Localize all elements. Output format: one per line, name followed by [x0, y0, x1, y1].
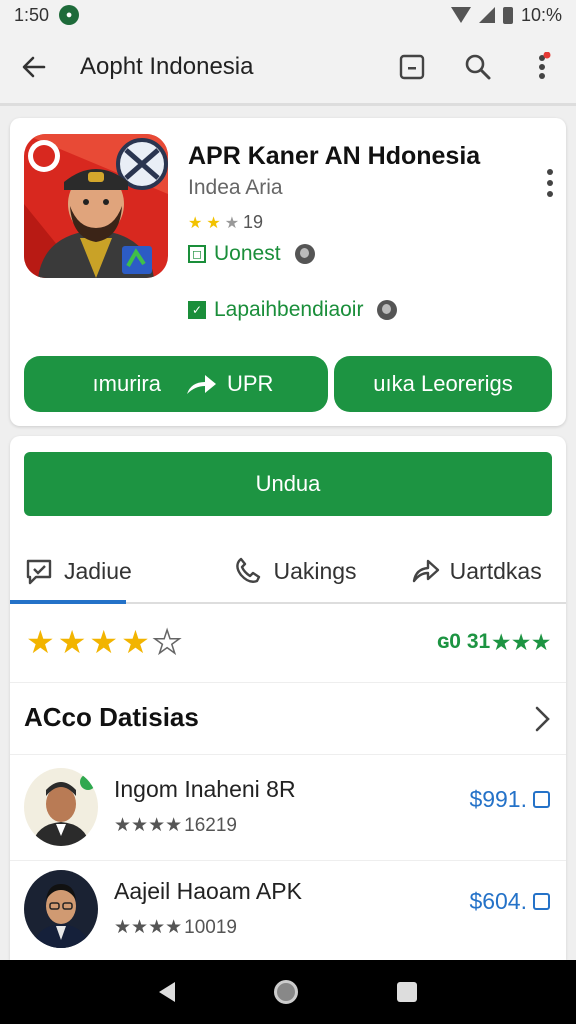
app-card: APR Kaner AN Hdonesia Indea Aria ★ ★ ★ 1…	[10, 118, 566, 426]
battery-icon	[502, 6, 513, 24]
pill-left-label: ımurira	[92, 371, 161, 396]
nav-home-button[interactable]	[273, 980, 298, 1004]
pill-button-secondary[interactable]: uıka Leorerigs	[334, 356, 552, 412]
green-star-icon: ★	[532, 631, 550, 654]
card-more-button[interactable]	[540, 166, 560, 205]
star-icon: ★	[89, 624, 119, 660]
divider	[10, 682, 566, 683]
battery-level: 10:%	[520, 4, 562, 25]
item-rating-count: 10019	[184, 916, 237, 938]
list-item[interactable]: Ingom Inaheni 8R ★★★★ 16219 $991.	[10, 762, 566, 854]
divider	[10, 754, 566, 755]
score-text: ɢ0 31	[437, 630, 491, 653]
navigation-bar	[0, 960, 576, 1024]
app-name: APR Kaner AN Hdonesia	[188, 142, 481, 170]
globe-icon	[377, 300, 398, 320]
tab-bar: Jadiue Uakings Uartdkas	[10, 540, 566, 604]
more-vertical-icon	[539, 51, 551, 79]
tab-jadiue[interactable]: Jadiue	[10, 540, 205, 604]
nav-recents-button[interactable]	[396, 982, 417, 1002]
section-title: ACco Datisias	[24, 702, 199, 732]
app-rating: ★ ★ ★ 19	[188, 212, 263, 233]
status-indicators: 10:%	[450, 4, 562, 26]
green-star-icon: ★	[492, 631, 511, 654]
window-icon	[399, 54, 425, 79]
tag-honest: ◻ Uonest	[188, 242, 315, 266]
avatar	[24, 768, 98, 846]
app-icon[interactable]	[24, 134, 168, 278]
tab-uartdkas[interactable]: Uartdkas	[385, 540, 566, 602]
search-button[interactable]	[450, 39, 506, 95]
star-icon: ★	[188, 214, 203, 232]
item-price[interactable]: $991.	[469, 786, 550, 813]
more-options-button[interactable]	[516, 39, 572, 95]
item-title: Ingom Inaheni 8R	[114, 776, 296, 802]
green-star-icon: ★	[512, 631, 531, 654]
arrow-left-icon	[22, 56, 46, 77]
phone-icon	[236, 557, 261, 583]
tag-verified: ✓ Lapaihbendiaoir	[188, 298, 398, 322]
back-button[interactable]	[6, 39, 62, 95]
star-icon: ★	[121, 624, 150, 660]
tag-label: Uonest	[214, 242, 281, 265]
item-price[interactable]: $604.	[469, 888, 550, 915]
wifi-icon	[450, 7, 471, 23]
globe-icon	[294, 244, 315, 264]
checkbox-icon: ✓	[188, 301, 206, 319]
tab-uakings[interactable]: Uakings	[205, 540, 386, 602]
nav-back-button[interactable]	[159, 982, 176, 1002]
developer-name[interactable]: Indea Aria	[188, 176, 283, 200]
page-title: Aopht Indonesia	[80, 52, 254, 80]
item-rating-count: 16219	[184, 814, 237, 836]
install-button[interactable]: Undua	[24, 452, 552, 516]
app-bar: Aopht Indonesia	[0, 30, 576, 106]
item-title: Aajeil Haoam APK	[114, 878, 302, 904]
app-icon-illustration	[24, 134, 168, 278]
star-icon: ★	[206, 214, 221, 232]
tag-label: Lapaihbendiaoir	[214, 298, 364, 321]
pill-label: uıka Leorerigs	[373, 371, 513, 396]
star-icon: ★	[57, 624, 87, 660]
pill-button-primary[interactable]: ımurira UPR	[24, 356, 328, 412]
rating-summary[interactable]: ★ ★ ★ ★ ★ ɢ0 31 ★ ★ ★	[26, 620, 550, 664]
more-vertical-icon	[547, 169, 553, 197]
item-rating: ★★★★ 10019	[114, 916, 237, 939]
star-icon: ★	[26, 624, 55, 660]
app-bar-actions	[384, 39, 572, 95]
status-time: 1:50	[14, 4, 50, 25]
tab-label: Uartdkas	[449, 557, 542, 584]
notification-icon: ●	[59, 5, 80, 25]
star-outline-icon: ★	[152, 623, 182, 661]
search-icon	[465, 54, 491, 79]
rating-score: ɢ0 31 ★ ★ ★	[437, 630, 550, 655]
chat-icon	[26, 559, 52, 585]
divider	[10, 860, 566, 861]
tab-label: Jadiue	[64, 557, 132, 584]
list-item[interactable]: Aajeil Haoam APK ★★★★ 10019 $604.	[10, 864, 566, 956]
star-icon: ★★★★	[114, 815, 183, 836]
signal-icon	[478, 7, 495, 23]
avatar	[24, 870, 98, 948]
tag-icon: ◻	[188, 245, 206, 263]
star-icon: ★	[224, 214, 240, 232]
star-icon: ★★★★	[114, 917, 183, 938]
add-icon	[533, 791, 550, 808]
chevron-right-icon	[535, 706, 550, 732]
status-bar: 1:50 ● 10:%	[0, 0, 576, 30]
price-value: $604.	[469, 888, 527, 914]
tab-label: Uakings	[273, 557, 357, 584]
price-value: $991.	[469, 786, 527, 812]
rating-count: 19	[243, 212, 264, 232]
pill-right-label: UPR	[227, 371, 274, 396]
section-more-button[interactable]	[532, 704, 552, 739]
item-rating: ★★★★ 16219	[114, 814, 237, 837]
main-section: Undua Jadiue Uakings Uartdkas ★ ★ ★ ★ ★ …	[10, 436, 566, 960]
add-icon	[533, 893, 550, 910]
share-icon	[412, 559, 439, 583]
share-arrow-icon	[187, 375, 216, 394]
window-button[interactable]	[384, 39, 440, 95]
